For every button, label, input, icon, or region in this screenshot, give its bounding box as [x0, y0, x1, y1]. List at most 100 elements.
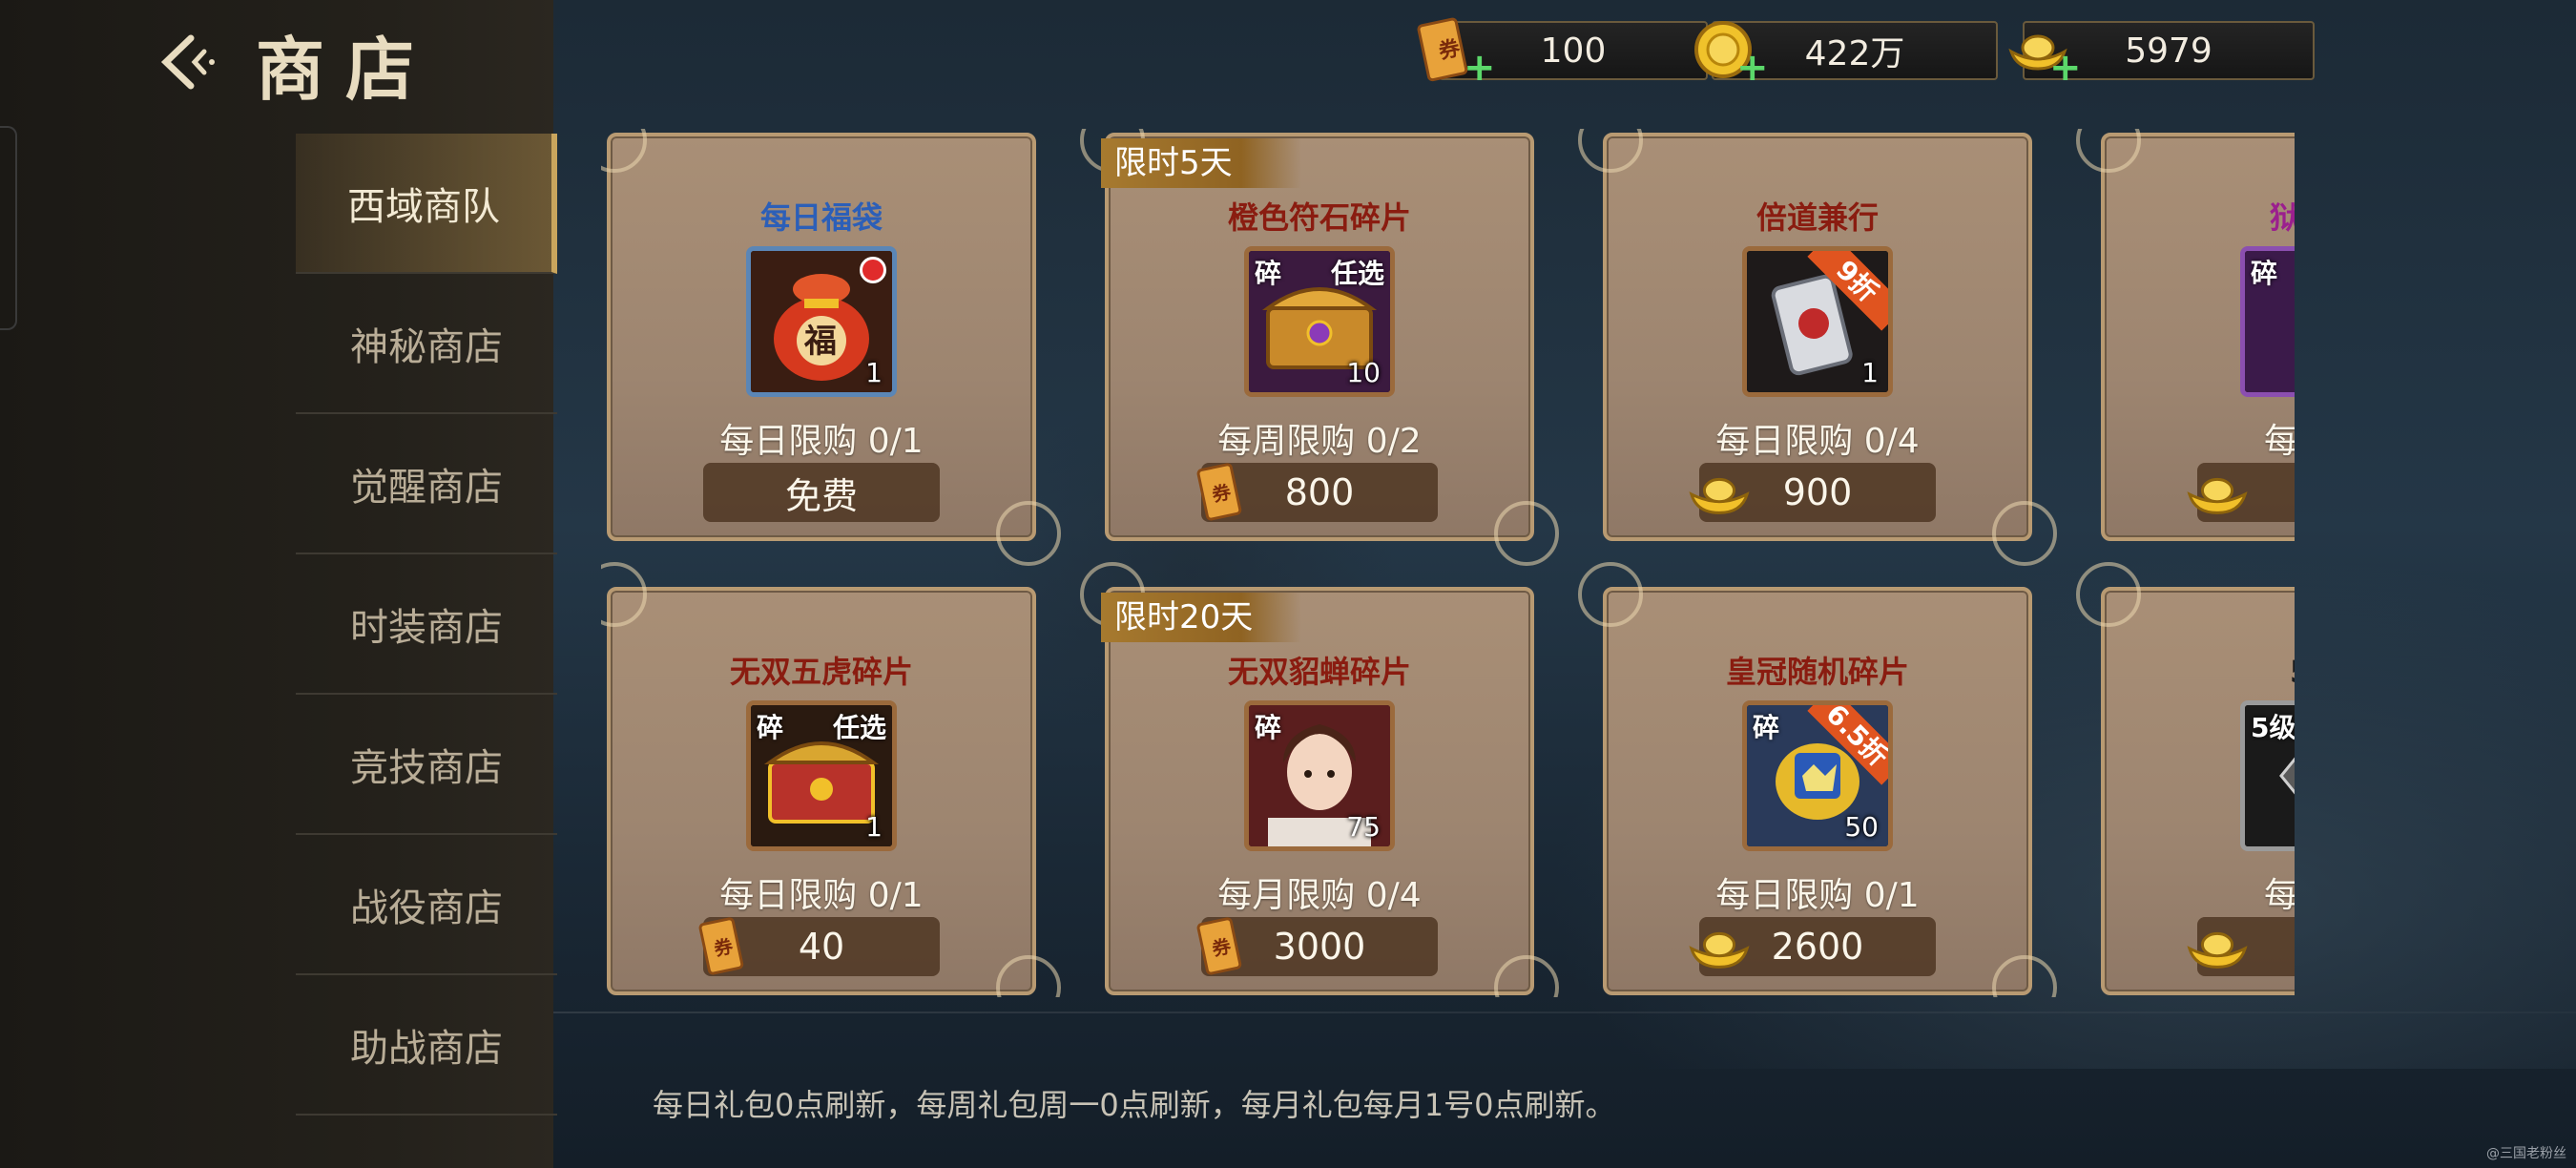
level-tag: 5级: [2251, 712, 2295, 743]
nav-item-label: 助战商店: [350, 1026, 503, 1071]
left-panel: 商店 西域商队 神秘商店 觉醒商店 时装商店 竞技商店 战役商店 助战商店: [0, 0, 557, 1168]
buy-button[interactable]: [2187, 917, 2295, 976]
add-yuanbao-button[interactable]: +: [2049, 46, 2082, 90]
buy-button[interactable]: [2187, 463, 2295, 522]
nav-item-xiyu[interactable]: 西域商队: [296, 134, 557, 274]
item-icon-frame[interactable]: 碎 任选 10: [1244, 246, 1395, 397]
ticket-icon: 券: [1196, 917, 1242, 975]
item-name: 倍道兼行: [1755, 199, 1879, 236]
buy-button[interactable]: 券 40: [698, 917, 940, 976]
item-count: 1: [865, 357, 883, 388]
refresh-note: 每日礼包0点刷新，每周礼包周一0点刷新，每月礼包每月1号0点刷新。: [653, 1087, 1616, 1123]
nav-item-label: 西域商队: [347, 184, 500, 229]
buy-button[interactable]: 券 800: [1196, 463, 1438, 522]
price-label: 免费: [784, 474, 858, 517]
card-corner-ornament: [2076, 562, 2141, 627]
fragment-tag: 碎: [1255, 712, 1282, 743]
item-count: 75: [1346, 811, 1381, 843]
time-limit-ribbon: 限时5天: [1101, 138, 1301, 188]
ticket-value: 100: [1540, 31, 1607, 71]
back-arrow-icon[interactable]: [153, 29, 219, 95]
item-icon-frame[interactable]: 碎: [2240, 246, 2295, 397]
gold-ingot-icon: [1689, 931, 1750, 969]
card-corner-ornament: [1578, 129, 1643, 173]
nav-item-label: 觉醒商店: [350, 465, 503, 510]
item-count: 10: [1346, 357, 1381, 388]
item-name: 每日福袋: [759, 199, 883, 236]
notification-dot: [860, 257, 886, 283]
item-icon-frame[interactable]: 福 1: [746, 246, 897, 397]
price-label: 2600: [1771, 926, 1864, 968]
item-name: 无双貂蝉碎片: [1227, 654, 1411, 690]
add-ticket-button[interactable]: +: [1464, 46, 1496, 90]
shop-card[interactable]: 狱火灵 碎 每日限: [2076, 129, 2295, 541]
shop-card[interactable]: 无双五虎碎片 碎 任选 1 每日限购 0/1 券 40: [601, 562, 1061, 997]
shop-card[interactable]: 皇冠随机碎片 碎 6.5折 50 每日限购 0/1 2600: [1578, 562, 2057, 997]
shop-card[interactable]: 倍道兼行 9折 1 每日限购 0/4 900: [1578, 129, 2057, 566]
page-title: 商店: [256, 29, 436, 110]
fragment-tag: 碎: [1753, 712, 1780, 743]
shop-card[interactable]: 每日福袋 福 1 每日限购 0/1 免费: [601, 129, 1061, 566]
fragment-tag: 碎: [757, 712, 784, 743]
nav-item-jingji[interactable]: 竞技商店: [296, 695, 557, 835]
card-corner-ornament: [1578, 562, 1643, 627]
item-count: 50: [1844, 811, 1879, 843]
price-label: 800: [1284, 471, 1355, 513]
shop-nav: 西域商队 神秘商店 觉醒商店 时装商店 竞技商店 战役商店 助战商店: [296, 134, 557, 1116]
item-name: 5级: [2105, 648, 2295, 692]
card-corner-ornament: [1494, 501, 1559, 566]
add-coin-button[interactable]: +: [1736, 46, 1769, 90]
footer-divider: [553, 1012, 2576, 1013]
nav-item-shizhuang[interactable]: 时装商店: [296, 554, 557, 695]
purchase-limit: 每日限购 0/1: [1715, 876, 1920, 915]
price-label: 40: [798, 926, 845, 968]
gold-ingot-icon: [2187, 931, 2248, 969]
ticket-icon: 券: [698, 917, 744, 975]
item-icon-frame[interactable]: 碎 6.5折 50: [1742, 700, 1893, 851]
nav-item-zhuzhan[interactable]: 助战商店: [296, 975, 557, 1116]
card-corner-ornament: [601, 562, 647, 627]
card-corner-ornament: [1992, 955, 2057, 997]
buy-button[interactable]: 900: [1689, 463, 1936, 522]
watermark: @三国老粉丝: [2486, 1146, 2566, 1161]
card-corner-ornament: [2076, 129, 2141, 173]
currency-bar: 100 券 + 422万 + 5979 +: [1412, 17, 2318, 90]
time-limit-ribbon: 限时20天: [1101, 593, 1301, 642]
nav-item-zhanyi[interactable]: 战役商店: [296, 835, 557, 975]
shop-card[interactable]: 5级 5级 每日限: [2076, 562, 2295, 995]
nav-item-shenmi[interactable]: 神秘商店: [296, 274, 557, 414]
price-label: 3000: [1273, 926, 1366, 968]
shop-card[interactable]: 无双貂蝉碎片 碎 75 每月限购 0/4 券 3000: [1080, 562, 1559, 997]
nav-item-label: 竞技商店: [350, 745, 503, 790]
buy-button[interactable]: 券 3000: [1196, 917, 1438, 976]
purchase-limit: 每周限购 0/2: [1217, 422, 1422, 461]
item-name: 橙色符石碎片: [1227, 199, 1411, 236]
gold-ingot-icon: [2187, 477, 2248, 514]
shop-grid: 每日福袋 福 1 每日限购 0/1 免费 橙色符石碎片 碎 任选 10 每周限购…: [601, 129, 2295, 997]
purchase-limit: 每日限购 0/1: [719, 876, 924, 915]
card-corner-ornament: [996, 955, 1061, 997]
purchase-limit: 每日限购 0/1: [719, 422, 924, 461]
nav-item-juexing[interactable]: 觉醒商店: [296, 414, 557, 554]
purchase-limit: 每日限购 0/4: [1715, 422, 1920, 461]
yuanbao-value: 5979: [2125, 31, 2212, 71]
item-icon-frame[interactable]: 5级: [2240, 700, 2295, 851]
card-corner-ornament: [601, 129, 647, 173]
card-corner-ornament: [1494, 955, 1559, 997]
purchase-limit: 每月限购 0/4: [1217, 876, 1422, 915]
shop-card[interactable]: 橙色符石碎片 碎 任选 10 每周限购 0/2 券 800: [1080, 129, 1559, 566]
left-edge-tab[interactable]: [0, 126, 17, 330]
item-icon-frame[interactable]: 9折 1: [1742, 246, 1893, 397]
item-count: 1: [1861, 357, 1879, 388]
choose-tag: 任选: [832, 712, 886, 743]
item-icon-frame[interactable]: 碎 任选 1: [746, 700, 897, 851]
fragment-tag: 碎: [2251, 258, 2278, 289]
nav-item-label: 神秘商店: [350, 324, 503, 369]
purchase-limit: 每日限: [2263, 876, 2295, 915]
item-count: 1: [865, 811, 883, 843]
item-icon-frame[interactable]: 碎 75: [1244, 700, 1395, 851]
price-label: 900: [1782, 471, 1853, 513]
buy-button[interactable]: 2600: [1689, 917, 1936, 976]
item-name: 狱火灵: [2269, 199, 2295, 236]
buy-button[interactable]: 免费: [703, 463, 940, 522]
